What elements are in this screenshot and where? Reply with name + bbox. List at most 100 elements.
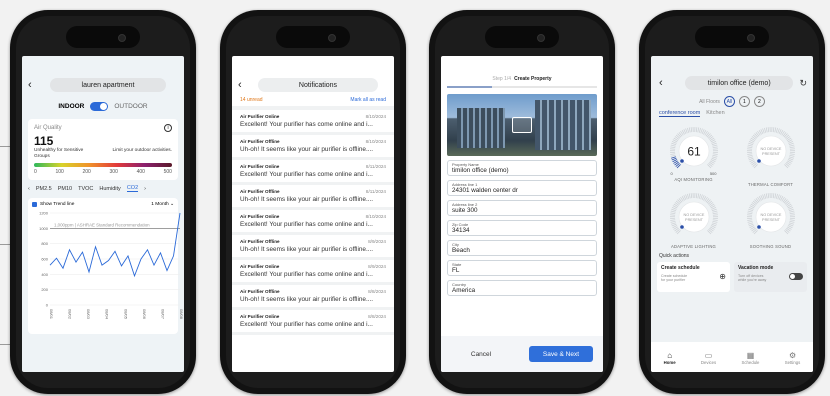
nav-label: Devices [700,360,717,365]
property-photo[interactable] [447,94,597,156]
indoor-outdoor-toggle[interactable] [90,102,109,111]
form-field[interactable]: Property Name timilon office (demo) [447,160,597,176]
dial-tick [767,127,769,133]
form-field[interactable]: Country America [447,280,597,296]
notification-item[interactable]: Air Purifier Online 8/10/2024 Excellent! Y… [232,110,394,135]
field-value[interactable]: suite 300 [452,207,592,214]
dial-tick [669,146,675,149]
dial-tick [746,153,752,155]
dial-grid: 61 0 500 AQI MONITORING NO DEVICE PRESENT… [651,117,813,249]
create-schedule-card[interactable]: Create schedule Create schedule for your… [657,262,730,292]
dial-label: SOOTHING SOUND [749,244,792,249]
lighting-dial[interactable]: NO DEVICE PRESENT ADAPTIVE LIGHTING [655,189,732,249]
form-field[interactable]: Address line 1 24301 walden center dr [447,180,597,196]
dial-label: AQI MONITORING [674,177,713,182]
tab-tvoc[interactable]: TVOC [78,186,93,192]
dial-tick [670,210,676,213]
nav-label: Schedule [741,360,760,365]
add-circle-icon[interactable]: ⊕ [719,272,726,281]
room-tab-kitchen[interactable]: Kitchen [706,110,724,117]
dial-tick [695,127,697,133]
notification-item[interactable]: Air Purifier Offline 8/9/2024 Uh-oh! It se… [232,235,394,260]
notification-item[interactable]: Air Purifier Offline 8/11/2024 Uh-oh! It s… [232,185,394,210]
floor-chip-all[interactable]: All [723,96,735,107]
tab-pm25[interactable]: PM2.5 [36,186,52,192]
notification-item[interactable]: Air Purifier Offline 8/10/2024 Uh-oh! It s… [232,135,394,160]
dial-tick [696,127,699,133]
nav-schedule[interactable]: ▦ Schedule [742,351,760,365]
field-value[interactable]: Beach [452,247,592,254]
aq-value: 115 [34,134,54,148]
tab-pm10[interactable]: PM10 [58,186,72,192]
dial-tick [686,193,689,199]
field-value[interactable]: FL [452,267,592,274]
scale-tick: 300 [109,169,118,175]
all-floors-label: All Floors [699,98,720,105]
property-title[interactable]: timilon office (demo) [685,76,794,90]
field-value[interactable]: America [452,287,592,294]
co2-line-chart: 1200 1000 800 600 400 200 0 1,000ppm | ASHRAE S… [39,211,184,320]
back-arrow-icon[interactable]: ‹ [238,79,252,91]
dial-label: THERMAL COMFORT [747,182,794,187]
dial-tick [711,210,717,213]
scale-tick: 100 [55,169,64,175]
chevron-right-icon[interactable]: › [144,186,146,192]
dial-indicator [679,159,684,163]
floor-chip-2[interactable]: 2 [753,96,765,107]
thermal-dial[interactable]: NO DEVICE PRESENT THERMAL COMFORT [732,123,809,187]
back-arrow-icon[interactable]: ‹ [659,77,673,89]
floor-chip-1[interactable]: 1 [738,96,750,107]
image-upload-icon[interactable] [512,117,532,133]
notification-item[interactable]: Air Purifier Online 8/10/2024 Excellent! Y… [232,210,394,235]
info-icon[interactable]: i [164,124,172,132]
phone-create-property: Step 1/4 Create Property Property Name ti… [429,10,615,394]
dial-tick [747,210,753,213]
field-value[interactable]: timilon office (demo) [452,167,592,174]
dial-tick [690,193,692,199]
notification-item[interactable]: Air Purifier Online 8/11/2024 Excellent! Y… [232,160,394,185]
form-field[interactable]: Address line 2 suite 300 [447,200,597,216]
form-field[interactable]: Zip Code 34134 [447,220,597,236]
vacation-toggle[interactable] [789,273,803,280]
mark-all-read-link[interactable]: Mark all as read [350,97,386,103]
notification-body: Uh-oh! It seems like your air purifier i… [240,196,374,203]
aq-advice: Limit your outdoor activities. [112,148,172,153]
outdoor-label: OUTDOOR [114,103,148,110]
refresh-icon[interactable]: ↻ [799,78,807,89]
tab-humidity[interactable]: Humidity [99,186,120,192]
dial-tick [788,210,794,213]
nav-devices[interactable]: ▭ Devices [701,351,716,365]
create-property-screen: Step 1/4 Create Property Property Name ti… [441,56,603,372]
nav-settings[interactable]: ⚙ Settings [785,351,801,365]
notification-body: Uh-oh! It seems like your air purifier i… [240,296,374,303]
save-next-button[interactable]: Save & Next [529,346,593,362]
dial-tick [747,208,753,212]
dial-tick [765,127,768,133]
dial-tick [670,222,676,225]
camera-notch [695,26,769,48]
step-indicator: Step 1/4 [492,76,512,82]
form-field[interactable]: City Beach [447,240,597,256]
back-arrow-icon[interactable]: ‹ [28,79,42,91]
field-value[interactable]: 24301 walden center dr [452,187,592,194]
nav-home[interactable]: ⌂ Home [664,351,676,365]
form-field[interactable]: State FL [447,260,597,276]
aq-heading: Air Quality [34,125,62,131]
x-tick-label: 08/05 [123,309,128,320]
chevron-left-icon[interactable]: ‹ [28,186,30,192]
property-title[interactable]: lauren apartment [50,78,166,92]
field-value[interactable]: 34134 [452,227,592,234]
vacation-mode-card[interactable]: Vacation mode Turn off devices while you… [734,262,807,292]
sound-dial[interactable]: NO DEVICE PRESENT SOOTHING SOUND [732,189,809,249]
room-tab-conference[interactable]: conference room [659,110,701,117]
pollutant-tabs: ‹ PM2.5 PM10 TVOC Humidity CO2 › [22,185,184,192]
aqi-dial[interactable]: 61 0 500 AQI MONITORING [655,123,732,187]
cancel-button[interactable]: Cancel [451,351,511,358]
notification-item[interactable]: Air Purifier Online 8/9/2024 Excellent! Yo… [232,260,394,285]
notification-item[interactable]: Air Purifier Online 8/8/2024 Excellent! Yo… [232,310,394,335]
dial-tick [669,219,675,221]
tab-co2[interactable]: CO2 [126,185,139,192]
notification-item[interactable]: Air Purifier Offline 8/8/2024 Uh-oh! It se… [232,285,394,310]
dial-tick [711,154,717,157]
dial-tick [711,222,717,225]
